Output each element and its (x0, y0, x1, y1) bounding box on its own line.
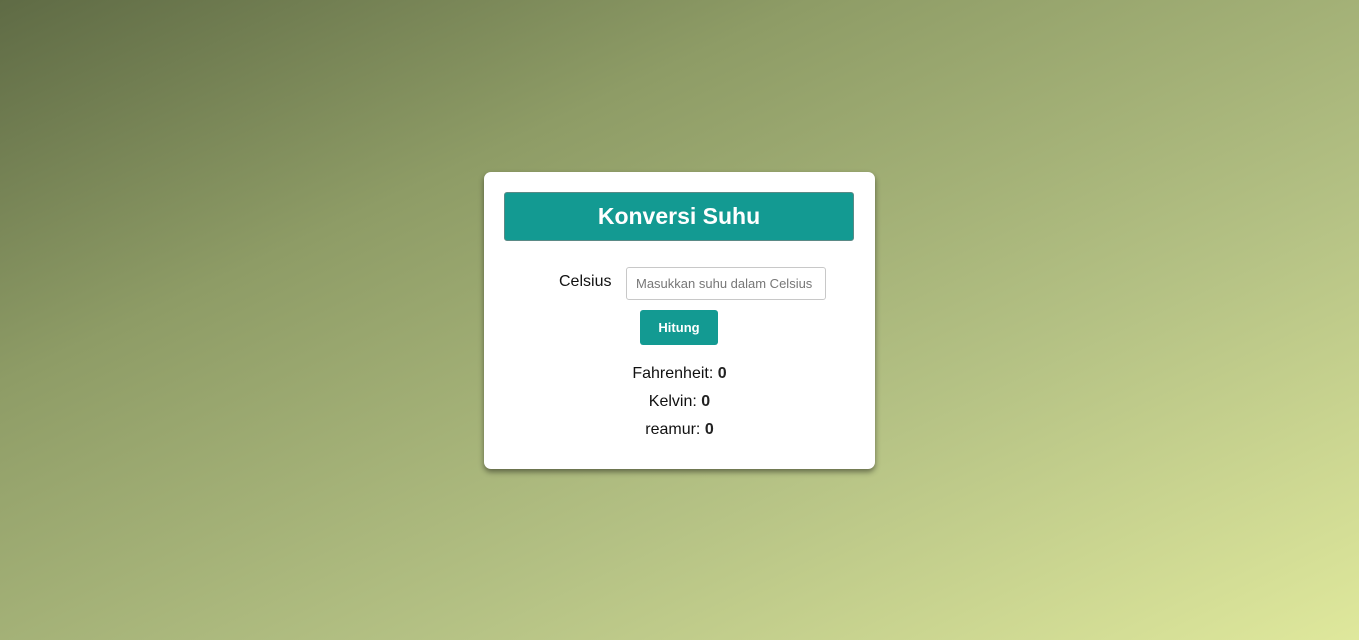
converter-card: Konversi Suhu Celsius Hitung Fahrenheit:… (484, 172, 875, 469)
hitung-button[interactable]: Hitung (640, 310, 718, 345)
reamur-value: 0 (704, 421, 714, 438)
kelvin-value: 0 (701, 393, 711, 410)
kelvin-label: Kelvin: (648, 393, 697, 410)
fahrenheit-result: Fahrenheit: 0 (484, 365, 875, 383)
celsius-label: Celsius (559, 273, 612, 290)
reamur-label: reamur: (645, 421, 701, 438)
reamur-result: reamur: 0 (484, 421, 875, 439)
kelvin-result: Kelvin: 0 (484, 393, 875, 411)
fahrenheit-label: Fahrenheit: (632, 365, 714, 382)
fahrenheit-value: 0 (717, 365, 727, 382)
celsius-input[interactable] (626, 267, 826, 300)
page-title: Konversi Suhu (504, 192, 854, 241)
